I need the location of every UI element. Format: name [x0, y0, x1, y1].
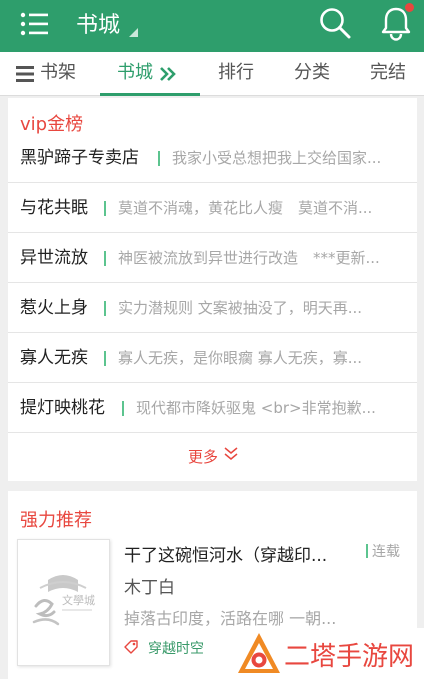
book-description: 现代都市降妖驱鬼 <br>非常抱歉... [136, 399, 376, 417]
divider [104, 251, 106, 266]
list-item[interactable]: 提灯映桃花 现代都市降妖驱鬼 <br>非常抱歉... [8, 383, 417, 433]
cover-text: 文學城 [62, 593, 95, 607]
watermark: 二塔手游网 [232, 628, 424, 679]
list-item[interactable]: 惹火上身 实力潜规则 文案被抽没了，明天再... [8, 283, 417, 333]
book-title: 惹火上身 [20, 298, 88, 318]
book-title: 异世流放 [20, 248, 88, 268]
book-author: 木丁白 [124, 578, 175, 598]
divider [104, 201, 106, 216]
book-title: 寡人无疾 [20, 348, 88, 368]
divider [104, 351, 106, 366]
watermark-logo [238, 633, 280, 673]
watermark-text: 二塔手游网 [284, 642, 415, 672]
vip-ranking-card: vip金榜 黑驴蹄子专卖店 我家小受总想把我上交给国家... 与花共眠 莫道不消… [8, 98, 417, 481]
divider [366, 544, 368, 558]
book-title: 黑驴蹄子专卖店 [20, 148, 139, 168]
list-item[interactable]: 黑驴蹄子专卖店 我家小受总想把我上交给国家... [8, 133, 417, 183]
dropdown-caret-icon[interactable] [129, 28, 138, 37]
tab-label: 书架 [40, 62, 76, 83]
book-title: 提灯映桃花 [20, 398, 105, 418]
tag-icon [124, 640, 138, 654]
list-item[interactable]: 与花共眠 莫道不消魂，黄花比人瘦 莫道不消... [8, 183, 417, 233]
book-description: 实力潜规则 文案被抽没了，明天再... [118, 299, 363, 317]
divider [158, 151, 160, 166]
book-description: 神医被流放到异世进行改造 ***更新... [118, 249, 380, 267]
book-cover[interactable]: 文學城 [17, 539, 110, 666]
list-item[interactable]: 寡人无疾 寡人无疾，是你眼瘸 寡人无疾，寡... [8, 333, 417, 383]
tab-label: 书城 [117, 62, 153, 83]
book-title: 与花共眠 [20, 198, 88, 218]
tab-ranking[interactable]: 排行 [218, 52, 254, 96]
tab-category[interactable]: 分类 [294, 52, 330, 96]
search-icon[interactable] [318, 6, 352, 40]
book-title[interactable]: 干了这碗恒河水（穿越印... [124, 541, 327, 566]
double-chevron-down-icon[interactable] [224, 447, 238, 461]
tab-bookstore[interactable]: 书城 [117, 52, 176, 96]
book-description: 掉落古印度，活路在哪 一朝... [124, 609, 337, 628]
double-chevron-right-icon [160, 67, 176, 81]
genre-tag[interactable]: 穿越时空 [148, 638, 204, 658]
active-tab-indicator [100, 93, 200, 96]
tab-bar: 书架 书城 排行 分类 完结 [0, 52, 424, 96]
list-icon [16, 66, 34, 82]
book-description: 寡人无疾，是你眼瘸 寡人无疾，寡... [118, 349, 363, 367]
status-badge: 连载 [372, 544, 400, 560]
book-description: 我家小受总想把我上交给国家... [172, 149, 382, 167]
notification-badge [405, 3, 414, 12]
book-cover-logo: 文學城 [32, 575, 95, 626]
book-description: 莫道不消魂，黄花比人瘦 莫道不消... [118, 199, 373, 217]
top-bar: 书城 [0, 0, 424, 52]
more-button[interactable]: 更多 [188, 446, 218, 467]
list-item[interactable]: 异世流放 神医被流放到异世进行改造 ***更新... [8, 233, 417, 283]
section-title: 强力推荐 [20, 510, 92, 531]
menu-icon[interactable] [20, 10, 50, 38]
page-title[interactable]: 书城 [76, 7, 120, 39]
divider [122, 401, 124, 416]
tab-completed[interactable]: 完结 [370, 52, 406, 96]
divider [104, 301, 106, 316]
